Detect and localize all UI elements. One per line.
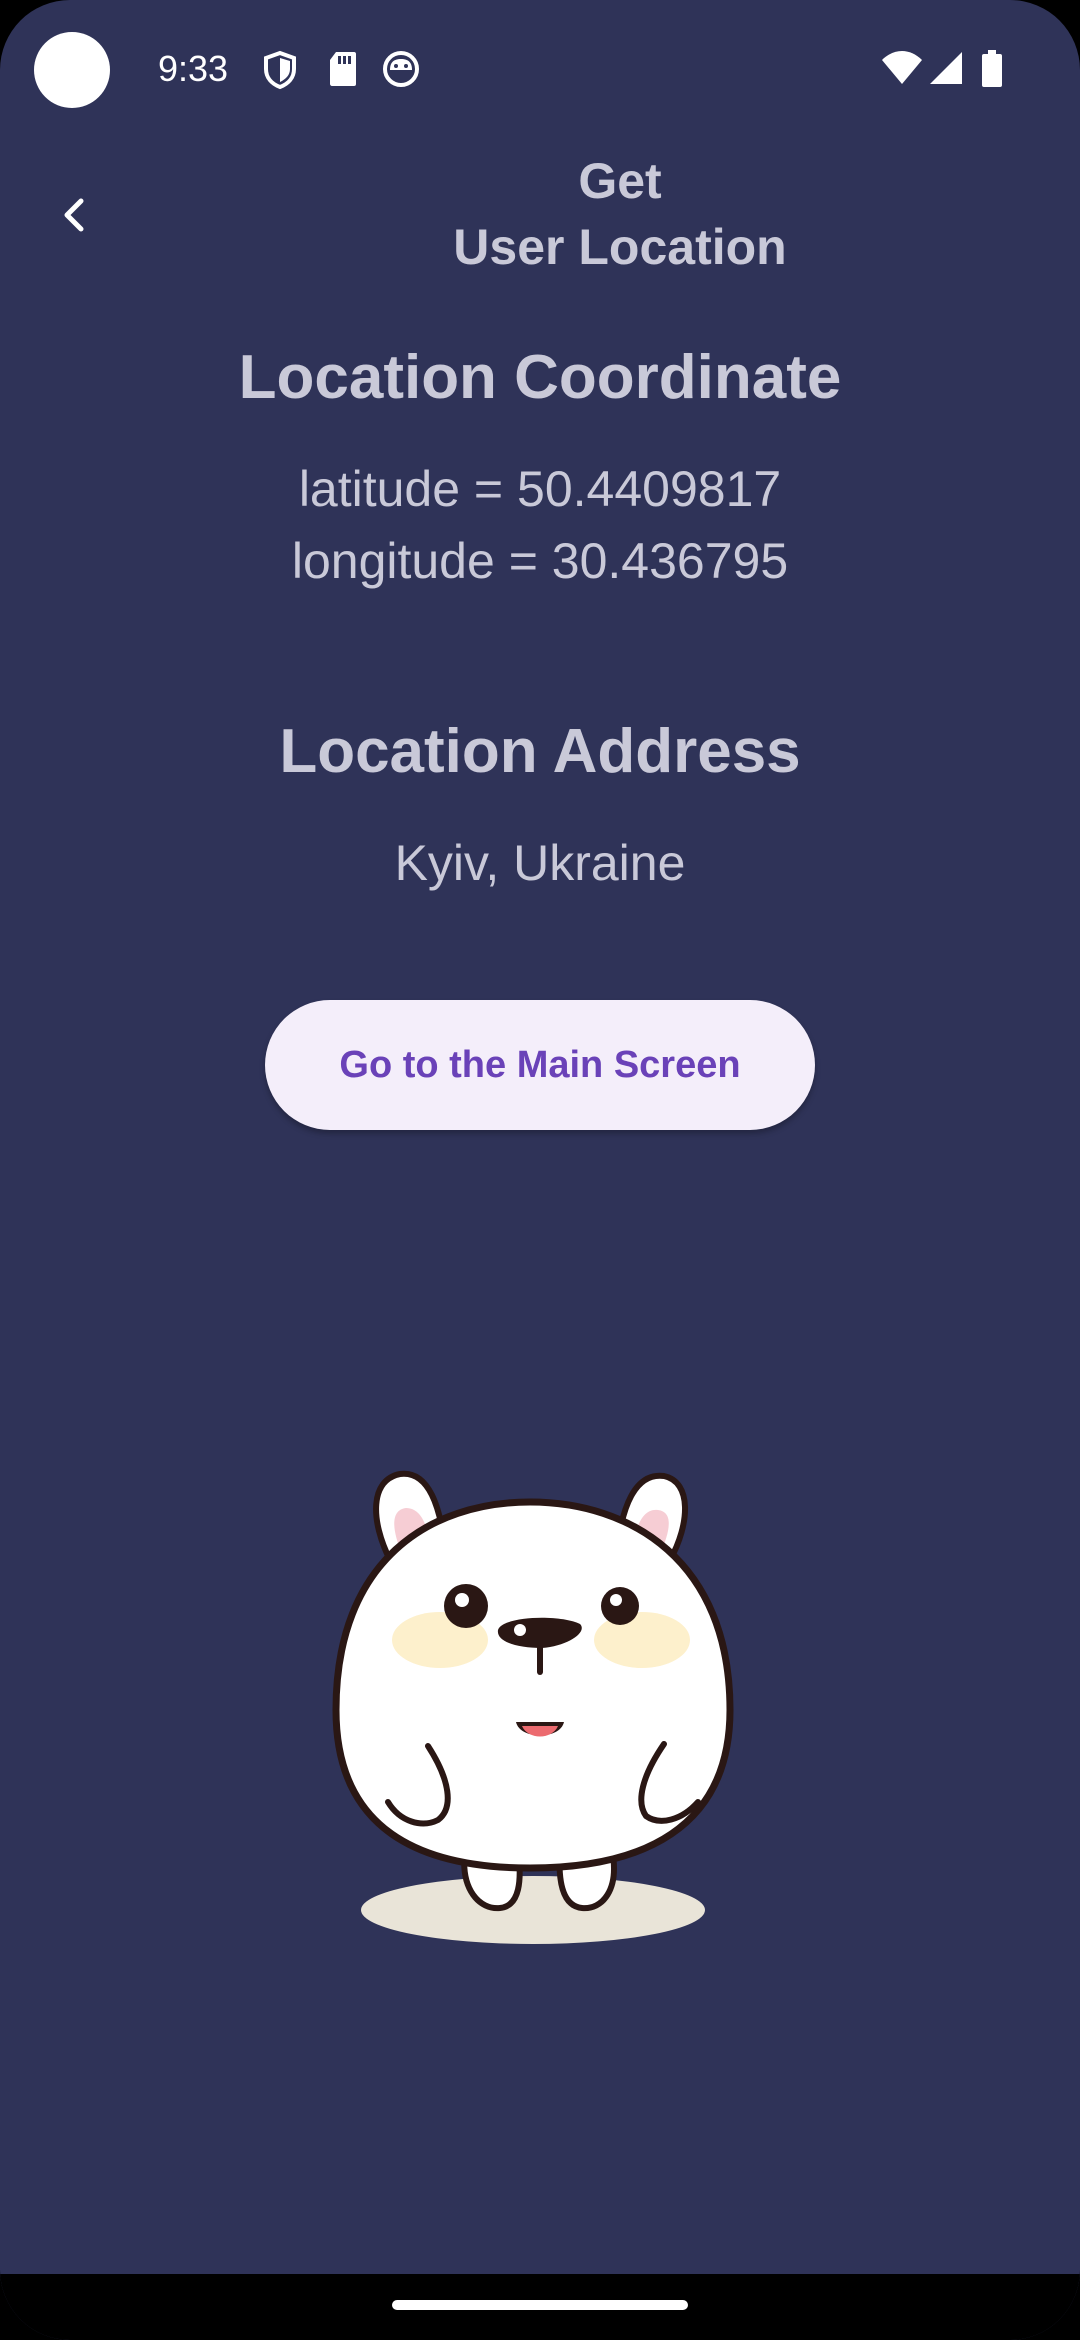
page-title: Get User Location bbox=[340, 148, 900, 280]
coordinate-heading: Location Coordinate bbox=[238, 343, 842, 412]
back-button[interactable] bbox=[40, 180, 110, 250]
go-to-main-screen-button[interactable]: Go to the Main Screen bbox=[265, 1000, 815, 1130]
battery-icon bbox=[982, 50, 1002, 87]
status-time: 9:33 bbox=[158, 48, 229, 89]
chevron-left-icon bbox=[64, 198, 84, 232]
address-value: Kyiv, Ukraine bbox=[394, 835, 686, 891]
wifi-icon bbox=[882, 51, 922, 84]
latitude-text: latitude = 50.4409817 bbox=[298, 461, 782, 517]
cat-face-icon bbox=[383, 51, 419, 87]
page-title-line2: User Location bbox=[453, 219, 787, 275]
camera-cutout bbox=[34, 32, 110, 108]
address-heading: Location Address bbox=[279, 717, 801, 786]
shield-icon bbox=[264, 50, 296, 90]
cell-signal-icon bbox=[930, 52, 962, 84]
screen: 9:33 Get User Location Location Coordina… bbox=[0, 0, 1080, 2340]
longitude-text: longitude = 30.436795 bbox=[291, 533, 789, 589]
sd-card-icon bbox=[330, 52, 356, 86]
page-title-line1: Get bbox=[578, 153, 662, 209]
bunny-mascot-illustration bbox=[332, 1470, 734, 1944]
home-indicator[interactable] bbox=[392, 2300, 688, 2310]
